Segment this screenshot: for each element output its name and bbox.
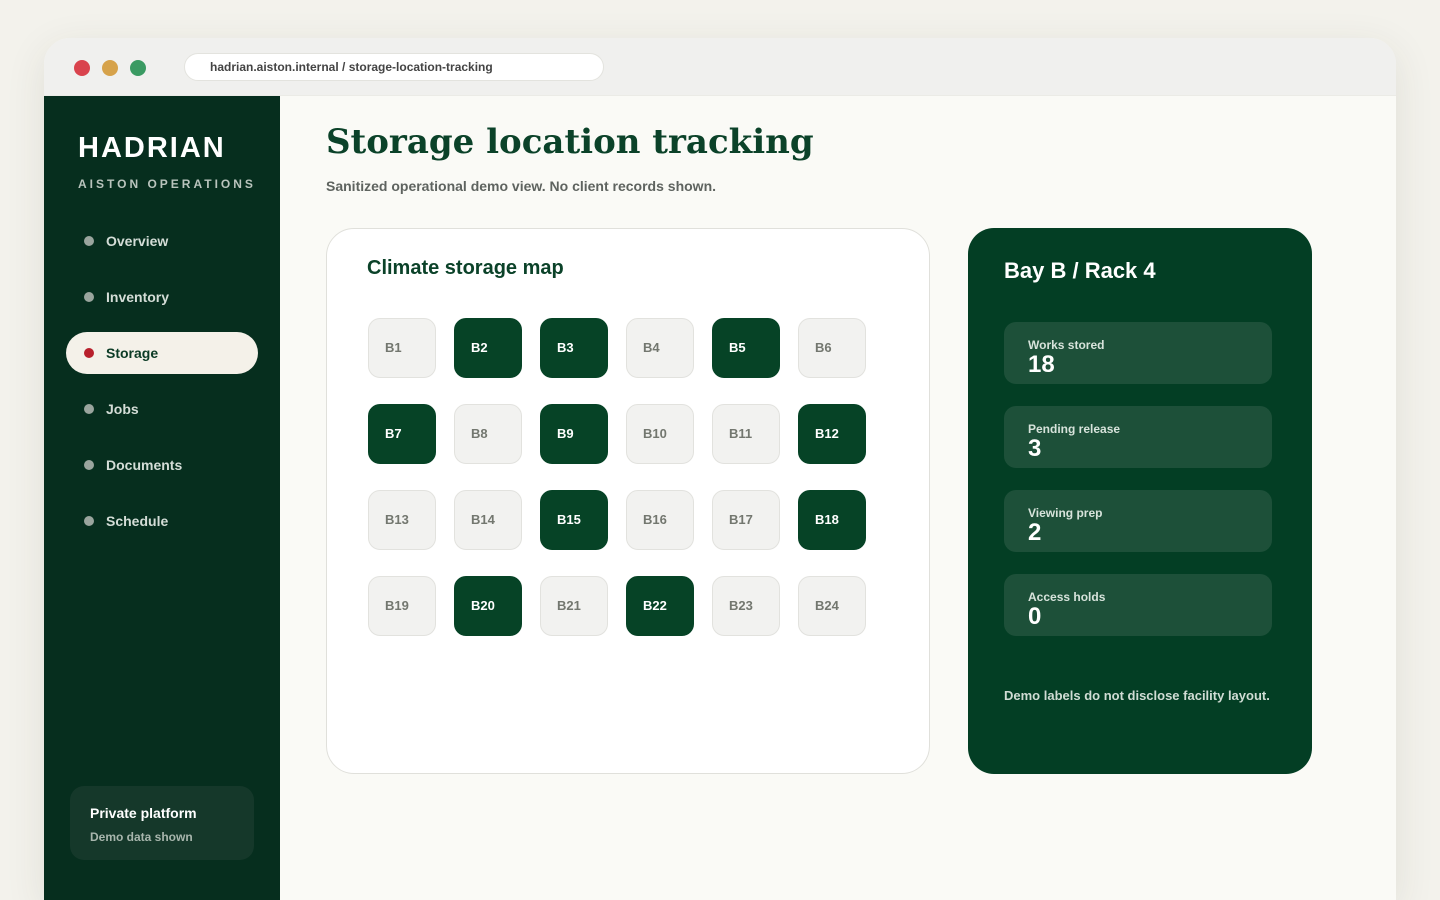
sidebar-item-documents[interactable]: Documents: [66, 444, 258, 486]
storage-slot-b19[interactable]: B19: [368, 576, 436, 636]
sidebar-item-label: Documents: [106, 457, 183, 473]
storage-slot-b1[interactable]: B1: [368, 318, 436, 378]
stat-pending-release: Pending release 3: [1004, 406, 1272, 468]
storage-map-title: Climate storage map: [367, 257, 564, 279]
minimize-window-button[interactable]: [102, 60, 118, 76]
sidebar-item-storage[interactable]: Storage: [66, 332, 258, 374]
stat-label: Access holds: [1028, 590, 1106, 604]
stat-works-stored: Works stored 18: [1004, 322, 1272, 384]
storage-slot-b21[interactable]: B21: [540, 576, 608, 636]
sidebar-item-label: Schedule: [106, 513, 169, 529]
sidebar-item-schedule[interactable]: Schedule: [66, 500, 258, 542]
private-platform-card: Private platform Demo data shown: [70, 786, 254, 860]
storage-slot-b7[interactable]: B7: [368, 404, 436, 464]
bullet-icon: [84, 292, 94, 302]
storage-slot-b15[interactable]: B15: [540, 490, 608, 550]
storage-slot-b17[interactable]: B17: [712, 490, 780, 550]
storage-slot-b23[interactable]: B23: [712, 576, 780, 636]
bullet-icon: [84, 348, 94, 358]
maximize-window-button[interactable]: [130, 60, 146, 76]
storage-slot-b12[interactable]: B12: [798, 404, 866, 464]
storage-map-card: Climate storage map B1 B2 B3 B4 B5 B6 B7 B8 B9 B1…: [326, 228, 930, 774]
storage-slot-b2[interactable]: B2: [454, 318, 522, 378]
close-window-button[interactable]: [74, 60, 90, 76]
rack-detail-panel: Bay B / Rack 4 Works stored 18 Pending r…: [968, 228, 1312, 774]
storage-slot-b8[interactable]: B8: [454, 404, 522, 464]
sidebar-item-label: Overview: [106, 233, 169, 249]
stat-label: Works stored: [1028, 338, 1105, 352]
address-bar[interactable]: hadrian.aiston.internal / storage-locati…: [184, 53, 604, 81]
storage-slot-b20[interactable]: B20: [454, 576, 522, 636]
storage-slot-b24[interactable]: B24: [798, 576, 866, 636]
bullet-icon: [84, 236, 94, 246]
storage-slot-b18[interactable]: B18: [798, 490, 866, 550]
sidebar-item-inventory[interactable]: Inventory: [66, 276, 258, 318]
stat-value: 0: [1028, 603, 1042, 630]
storage-slot-b13[interactable]: B13: [368, 490, 436, 550]
sidebar: HADRIAN AISTON OPERATIONS Overview Inven…: [44, 96, 280, 900]
storage-slot-b11[interactable]: B11: [712, 404, 780, 464]
sidebar-item-label: Inventory: [106, 289, 170, 305]
storage-slot-b6[interactable]: B6: [798, 318, 866, 378]
storage-slot-b4[interactable]: B4: [626, 318, 694, 378]
bullet-icon: [84, 516, 94, 526]
stat-label: Viewing prep: [1028, 506, 1103, 520]
rack-detail-title: Bay B / Rack 4: [1004, 258, 1156, 283]
stat-value: 18: [1028, 351, 1055, 378]
private-platform-subtitle: Demo data shown: [90, 830, 193, 844]
sidebar-item-label: Storage: [106, 345, 159, 361]
private-platform-title: Private platform: [90, 805, 197, 821]
stat-label: Pending release: [1028, 422, 1121, 436]
storage-slot-grid: B1 B2 B3 B4 B5 B6 B7 B8 B9 B10 B11 B12 B13 B14 B15 B16 B…: [368, 318, 868, 636]
storage-slot-b10[interactable]: B10: [626, 404, 694, 464]
page-subtitle: Sanitized operational demo view. No clie…: [326, 178, 717, 194]
brand-subtitle: AISTON OPERATIONS: [78, 177, 256, 191]
bullet-icon: [84, 404, 94, 414]
storage-slot-b22[interactable]: B22: [626, 576, 694, 636]
page-title: Storage location tracking: [326, 122, 814, 162]
browser-window: hadrian.aiston.internal / storage-locati…: [44, 38, 1396, 900]
storage-slot-b3[interactable]: B3: [540, 318, 608, 378]
sidebar-item-overview[interactable]: Overview: [66, 220, 258, 262]
sidebar-item-jobs[interactable]: Jobs: [66, 388, 258, 430]
storage-slot-b9[interactable]: B9: [540, 404, 608, 464]
storage-slot-b5[interactable]: B5: [712, 318, 780, 378]
browser-titlebar: hadrian.aiston.internal / storage-locati…: [44, 38, 1396, 96]
sidebar-item-label: Jobs: [106, 401, 139, 417]
storage-slot-b14[interactable]: B14: [454, 490, 522, 550]
rack-detail-note: Demo labels do not disclose facility lay…: [1004, 688, 1270, 703]
stat-value: 3: [1028, 435, 1042, 462]
bullet-icon: [84, 460, 94, 470]
stat-value: 2: [1028, 519, 1042, 546]
brand-logo: HADRIAN: [78, 132, 226, 164]
storage-slot-b16[interactable]: B16: [626, 490, 694, 550]
stat-access-holds: Access holds 0: [1004, 574, 1272, 636]
stat-viewing-prep: Viewing prep 2: [1004, 490, 1272, 552]
